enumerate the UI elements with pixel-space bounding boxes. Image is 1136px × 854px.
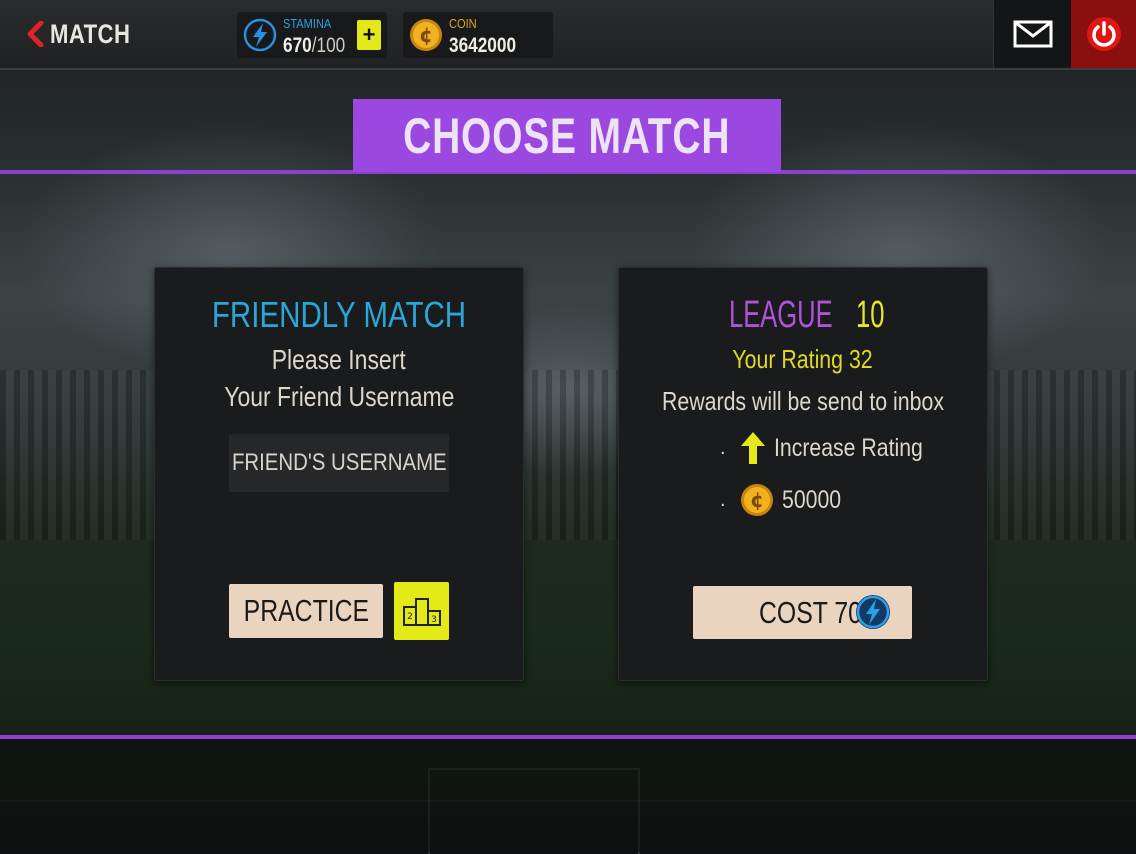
power-button[interactable] bbox=[1071, 0, 1136, 68]
friend-username-input[interactable]: FRIEND'S USERNAME bbox=[229, 434, 449, 492]
league-rating: Your Rating 32 bbox=[732, 344, 874, 374]
bottom-shade bbox=[0, 738, 1136, 852]
podium-icon: 2 3 bbox=[402, 598, 441, 626]
coin-display: ¢ COIN 3642000 bbox=[403, 12, 553, 58]
back-button[interactable]: MATCH bbox=[26, 14, 148, 54]
practice-button[interactable]: PRACTICE bbox=[229, 584, 383, 638]
stamina-max: /100 bbox=[311, 34, 346, 57]
add-stamina-button[interactable]: + bbox=[357, 20, 381, 50]
league-play-button[interactable]: COST 70 bbox=[693, 586, 912, 639]
reward-bullet: . bbox=[720, 436, 726, 459]
chevron-left-icon bbox=[27, 21, 44, 47]
friend-username-placeholder: FRIEND'S USERNAME bbox=[231, 449, 447, 476]
page-title: CHOOSE MATCH bbox=[403, 107, 731, 164]
leaderboard-button[interactable]: 2 3 bbox=[394, 582, 449, 640]
cost-label: COST 70 bbox=[759, 595, 862, 630]
title-tab: CHOOSE MATCH bbox=[353, 99, 781, 172]
friendly-title: FRIENDLY MATCH bbox=[211, 294, 467, 335]
friendly-instruction-1: Please Insert bbox=[271, 344, 406, 375]
reward-coins-row: . ¢ 50000 bbox=[720, 480, 852, 520]
power-icon bbox=[1086, 17, 1121, 51]
reward-rating-row: . Increase Rating bbox=[720, 428, 949, 468]
back-label: MATCH bbox=[50, 18, 131, 49]
coin-icon: ¢ bbox=[410, 19, 442, 51]
reward-coins-text: 50000 bbox=[782, 485, 842, 514]
arrow-up-icon bbox=[741, 432, 765, 464]
svg-text:¢: ¢ bbox=[419, 23, 433, 47]
svg-text:¢: ¢ bbox=[750, 488, 764, 512]
league-rewards-text: Rewards will be send to inbox bbox=[661, 386, 945, 416]
lightning-icon bbox=[856, 595, 890, 629]
envelope-icon bbox=[1013, 20, 1053, 48]
league-label: LEAGUE bbox=[729, 294, 834, 336]
stamina-display: STAMINA 670/100 + bbox=[237, 12, 387, 58]
svg-text:3: 3 bbox=[431, 615, 437, 625]
lightning-icon bbox=[243, 18, 277, 52]
coin-caption: COIN bbox=[449, 16, 477, 31]
stamina-current: 670 bbox=[283, 34, 312, 57]
league-title: LEAGUE 10 bbox=[618, 294, 988, 337]
svg-text:2: 2 bbox=[407, 612, 413, 622]
inbox-button[interactable] bbox=[993, 0, 1072, 68]
top-bar: MATCH STAMINA 670/100 + ¢ COIN 3642000 bbox=[0, 0, 1136, 70]
reward-bullet: . bbox=[720, 488, 726, 511]
coin-value: 3642000 bbox=[449, 34, 517, 57]
friendly-instruction-2: Your Friend Username bbox=[223, 381, 455, 412]
league-number: 10 bbox=[856, 294, 885, 336]
reward-rating-text: Increase Rating bbox=[774, 433, 923, 462]
practice-label: PRACTICE bbox=[243, 593, 369, 628]
stamina-value: 670/100 bbox=[283, 34, 345, 58]
footer-divider bbox=[0, 735, 1136, 739]
stamina-caption: STAMINA bbox=[283, 16, 332, 31]
coin-icon: ¢ bbox=[741, 484, 773, 516]
